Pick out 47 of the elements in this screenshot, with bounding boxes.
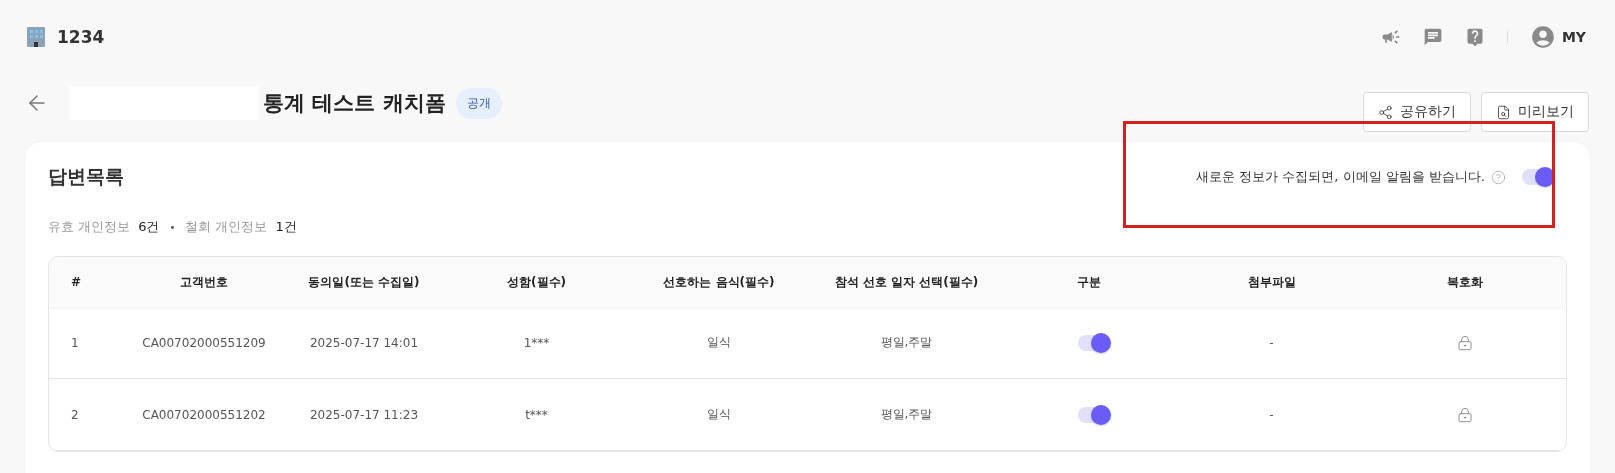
lock-icon[interactable] (1457, 334, 1473, 351)
table-cell: CA00702000551202 (142, 407, 266, 422)
notification-text: 새로운 정보가 수집되면, 이메일 알림을 받습니다. (1196, 168, 1485, 186)
column-header: 복호화 (1447, 273, 1483, 291)
table-cell: - (1269, 335, 1274, 350)
status-badge: 공개 (455, 87, 502, 119)
column-header: 구분 (1077, 273, 1101, 291)
stat-value: 6건 (138, 218, 160, 236)
table-cell: 1*** (523, 335, 550, 350)
form-title: 통계 테스트 캐치폼 (263, 90, 446, 117)
table-cell-text: 2 (70, 407, 79, 422)
column-header: 동의일(또는 수집일) (308, 273, 420, 291)
separator-dot: • (169, 221, 176, 233)
email-toggle[interactable] (1522, 169, 1554, 185)
row-toggle[interactable] (1078, 334, 1110, 351)
row-toggle[interactable] (1078, 406, 1110, 423)
lock-icon[interactable] (1457, 406, 1473, 423)
column-header: 선호하는 음식(필수) (663, 273, 775, 291)
share-button[interactable]: 공유하기 (1363, 92, 1471, 132)
column-header: # (70, 275, 82, 289)
table-cell: 평일,주말 (880, 406, 933, 423)
table-cell: 2025-07-17 14:01 (309, 335, 419, 350)
share-icon (1378, 104, 1393, 120)
preview-button[interactable]: 미리보기 (1481, 92, 1589, 132)
column-header: 참석 선호 일자 선택(필수) (834, 273, 979, 291)
table-cell: 일식 (707, 334, 731, 351)
table-cell-text: 1 (70, 335, 79, 350)
stat-label: 유효 개인정보 (48, 218, 131, 236)
file-search-icon (1496, 104, 1511, 120)
column-header: 성함(필수) (507, 273, 566, 291)
column-header: 고객번호 (180, 273, 228, 291)
workspace-name[interactable]: 1234 (57, 27, 105, 47)
table-cell: t*** (525, 407, 548, 422)
table-cell: 일식 (707, 406, 731, 423)
column-header: 첨부파일 (1247, 273, 1296, 291)
chat-icon[interactable] (1422, 27, 1443, 47)
avatar-icon[interactable] (1529, 24, 1556, 50)
user-label[interactable]: MY (1561, 29, 1586, 45)
stat-label: 철회 개인정보 (185, 218, 268, 236)
section-title: 답변목록 (48, 164, 124, 189)
table-cell: 평일,주말 (880, 334, 933, 351)
stat-value: 1건 (275, 218, 297, 236)
table-cell: 2025-07-17 11:23 (309, 407, 419, 422)
building-icon (25, 25, 47, 49)
table-cell: - (1269, 407, 1274, 422)
help-icon[interactable] (1491, 169, 1506, 185)
table-cell: CA00702000551209 (142, 335, 266, 350)
